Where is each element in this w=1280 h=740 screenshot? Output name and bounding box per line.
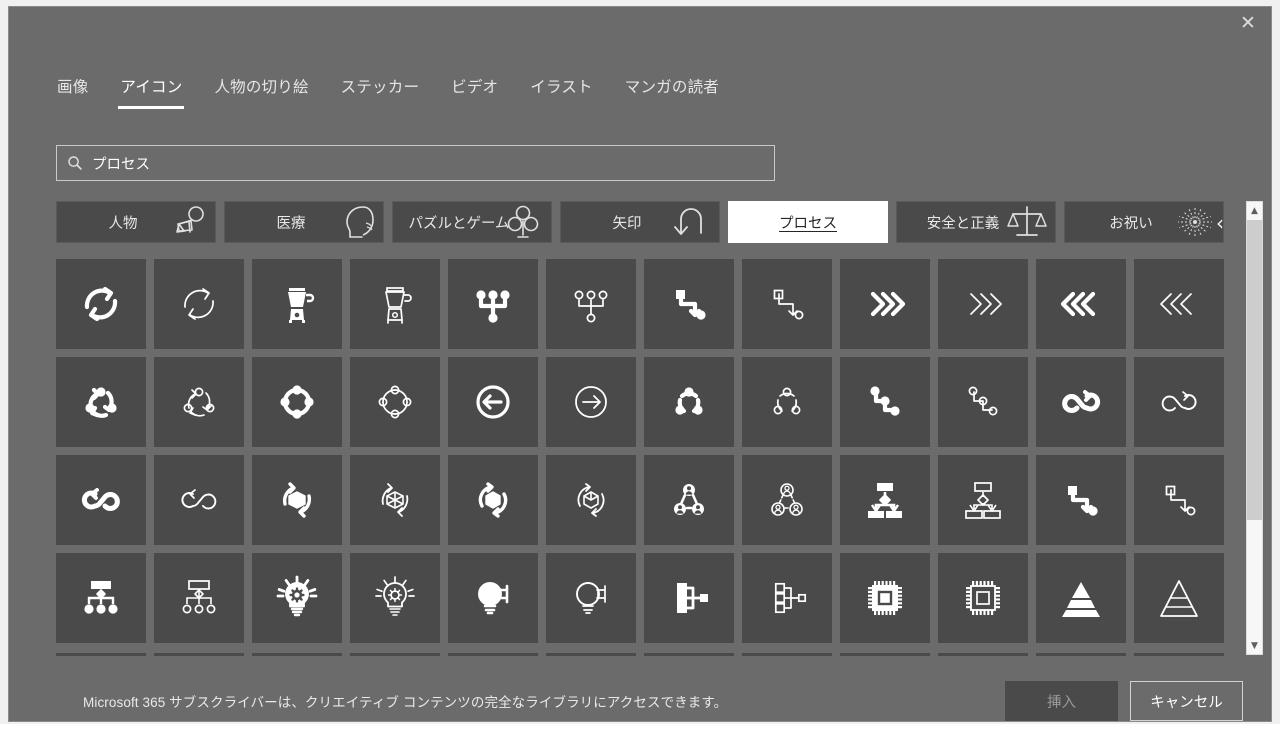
step-nodes-filled-icon[interactable] <box>1036 455 1126 545</box>
chevrons-right-filled-icon[interactable] <box>840 259 930 349</box>
chevrons-left-outline-icon[interactable] <box>1134 259 1224 349</box>
idea-gear-bulb-outline-icon[interactable] <box>350 553 440 643</box>
step-nodes-outline-icon[interactable] <box>1134 455 1224 545</box>
search-icon <box>68 156 82 170</box>
bulb-plug-filled-icon[interactable] <box>448 553 538 643</box>
org-chart-outline-icon[interactable] <box>154 553 244 643</box>
chip-label: 医療 <box>276 215 306 232</box>
scroll-down-icon[interactable]: ▼ <box>1247 637 1262 654</box>
idea-gear-bulb-filled-icon[interactable] <box>252 553 342 643</box>
chip-fireworks[interactable]: お祝い <box>1064 201 1224 243</box>
tab-5[interactable]: イラスト <box>514 75 609 109</box>
zigzag-nodes-outline-icon[interactable] <box>938 357 1028 447</box>
refresh-cycle-filled-icon[interactable] <box>56 259 146 349</box>
infinity-reverse-outline-icon[interactable] <box>154 455 244 545</box>
screen: ✕ 画像アイコン人物の切り絵ステッカービデオイラストマンガの読者 人物 医療 パ… <box>0 0 1280 740</box>
chip-none[interactable]: プロセス <box>728 201 888 243</box>
triangle-cycle-outline-icon[interactable] <box>742 357 832 447</box>
dialog-titlebar: ✕ <box>9 7 1271 51</box>
pyramid-outline-icon[interactable] <box>1134 553 1224 643</box>
cpu-chip-filled-icon[interactable] <box>840 553 930 643</box>
chips-scroll-left-icon[interactable]: ‹ <box>1209 211 1231 235</box>
step-path-filled-icon[interactable] <box>644 259 734 349</box>
chip-u-turn-arrow[interactable]: 矢印 <box>560 201 720 243</box>
three-node-cycle-outline-icon[interactable] <box>154 357 244 447</box>
baby-crawling-icon <box>165 203 209 241</box>
arrow-left-circle-filled-icon[interactable] <box>448 357 538 447</box>
tab-1[interactable]: アイコン <box>104 75 198 109</box>
close-icon[interactable]: ✕ <box>1225 7 1271 39</box>
u-turn-arrow-icon <box>669 203 713 241</box>
tab-2[interactable]: 人物の切り絵 <box>198 75 324 109</box>
team-network-outline-icon[interactable] <box>742 455 832 545</box>
tab-bar: 画像 アイコン 人物の切り絵 ステッカー ビデオ イラスト マンガの読者 <box>57 75 735 109</box>
chip-label: 矢印 <box>612 215 642 232</box>
chip-head-profile[interactable]: 医療 <box>224 201 384 243</box>
search-input[interactable] <box>56 145 775 181</box>
head-profile-icon <box>333 203 377 241</box>
chip-label: パズルとゲーム <box>408 215 510 232</box>
chevrons-left-filled-icon[interactable] <box>1036 259 1126 349</box>
tab-3[interactable]: ステッカー <box>325 75 436 109</box>
insert-button[interactable]: 挿入 <box>1005 681 1118 721</box>
results-scrollbar[interactable]: ▲ ▼ <box>1246 201 1263 655</box>
node-branch-outline-icon[interactable] <box>742 553 832 643</box>
scrollbar-thumb[interactable] <box>1247 220 1262 520</box>
cpu-chip-outline-icon[interactable] <box>938 553 1028 643</box>
category-chips: 人物 医療 パズルとゲーム 矢印 プロセス 安全と正義 お祝い <box>56 201 1251 243</box>
chip-scales-balance[interactable]: 安全と正義 <box>896 201 1056 243</box>
chip-label: 人物 <box>108 215 138 232</box>
rotate-box-filled-icon[interactable] <box>448 455 538 545</box>
infinity-loop-outline-icon[interactable] <box>1134 357 1224 447</box>
chevrons-right-outline-icon[interactable] <box>938 259 1028 349</box>
chip-label: プロセス <box>779 215 837 232</box>
icon-results-grid <box>56 259 1226 655</box>
stock-media-dialog: ✕ 画像アイコン人物の切り絵ステッカービデオイラストマンガの読者 人物 医療 パ… <box>8 6 1272 722</box>
tab-4[interactable]: ビデオ <box>435 75 514 109</box>
scroll-up-icon[interactable]: ▲ <box>1247 202 1262 219</box>
triangle-cycle-filled-icon[interactable] <box>644 357 734 447</box>
three-node-cycle-filled-icon[interactable] <box>56 357 146 447</box>
blender-filled-icon[interactable] <box>252 259 342 349</box>
pyramid-filled-icon[interactable] <box>1036 553 1126 643</box>
chip-club-suit[interactable]: パズルとゲーム <box>392 201 552 243</box>
arrow-left-circle-outline-icon[interactable] <box>546 357 636 447</box>
hierarchy-dots-filled-icon[interactable] <box>448 259 538 349</box>
node-branch-filled-icon[interactable] <box>644 553 734 643</box>
four-node-cycle-filled-icon[interactable] <box>252 357 342 447</box>
recycle-box-outline-icon[interactable] <box>350 455 440 545</box>
infinity-reverse-filled-icon[interactable] <box>56 455 146 545</box>
flowchart-decision-outline-icon[interactable] <box>938 455 1028 545</box>
category-chip-row: 人物 医療 パズルとゲーム 矢印 プロセス 安全と正義 お祝い ‹ <box>56 201 1251 243</box>
bulb-plug-outline-icon[interactable] <box>546 553 636 643</box>
infinity-loop-filled-icon[interactable] <box>1036 357 1126 447</box>
recycle-box-filled-icon[interactable] <box>252 455 342 545</box>
flowchart-decision-filled-icon[interactable] <box>840 455 930 545</box>
tab-6[interactable]: マンガの読者 <box>609 75 735 109</box>
org-chart-filled-icon[interactable] <box>56 553 146 643</box>
refresh-cycle-outline-icon[interactable] <box>154 259 244 349</box>
chip-label: お祝い <box>1109 215 1153 232</box>
dialog-action-buttons: 挿入 キャンセル <box>1005 681 1243 721</box>
blender-outline-icon[interactable] <box>350 259 440 349</box>
hierarchy-dots-outline-icon[interactable] <box>546 259 636 349</box>
subscriber-note: Microsoft 365 サブスクライバーは、クリエイティブ コンテンツの完全… <box>83 695 728 710</box>
rotate-box-outline-icon[interactable] <box>546 455 636 545</box>
cancel-button[interactable]: キャンセル <box>1130 681 1243 721</box>
zigzag-nodes-filled-icon[interactable] <box>840 357 930 447</box>
chip-label: 安全と正義 <box>926 215 1000 232</box>
desktop-bottom-strip <box>0 724 1280 740</box>
chip-baby-crawling[interactable]: 人物 <box>56 201 216 243</box>
tab-0[interactable]: 画像 <box>57 75 104 109</box>
team-network-filled-icon[interactable] <box>644 455 734 545</box>
four-node-cycle-outline-icon[interactable] <box>350 357 440 447</box>
step-path-outline-icon[interactable] <box>742 259 832 349</box>
search-box <box>56 145 775 181</box>
